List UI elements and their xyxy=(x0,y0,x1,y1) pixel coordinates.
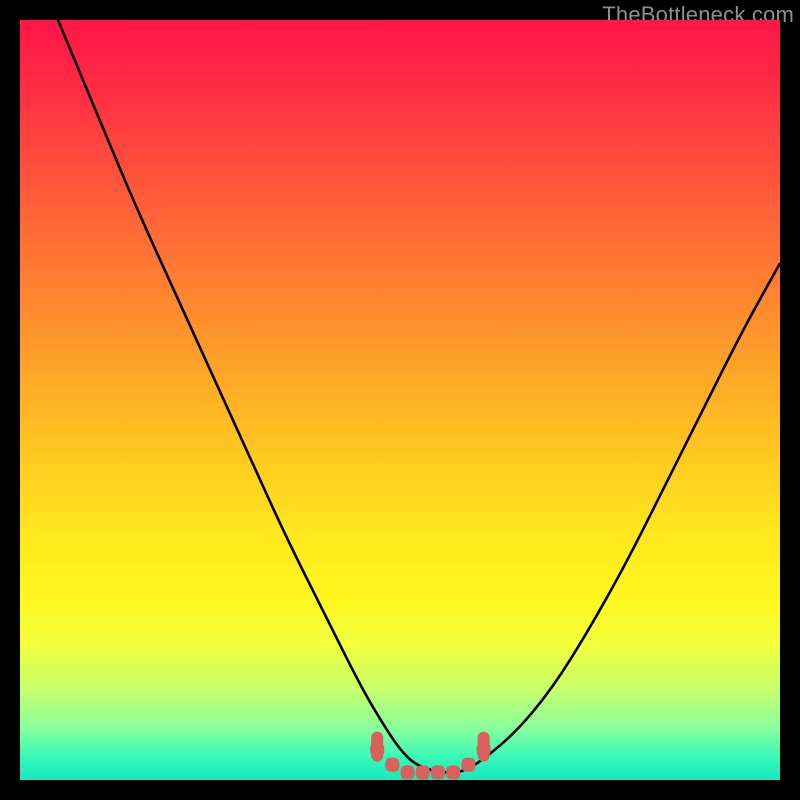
marker-group xyxy=(370,732,490,780)
highlight-marker-end xyxy=(371,732,383,762)
highlight-marker xyxy=(461,758,475,772)
plot-area xyxy=(20,20,780,780)
highlight-marker xyxy=(431,765,445,779)
highlight-marker xyxy=(385,758,399,772)
bottleneck-curve xyxy=(58,20,780,772)
highlight-marker-end xyxy=(478,732,490,762)
curve-layer xyxy=(20,20,780,780)
chart-frame: TheBottleneck.com xyxy=(0,0,800,800)
highlight-marker xyxy=(416,765,430,779)
highlight-marker xyxy=(401,765,415,779)
highlight-marker xyxy=(446,765,460,779)
